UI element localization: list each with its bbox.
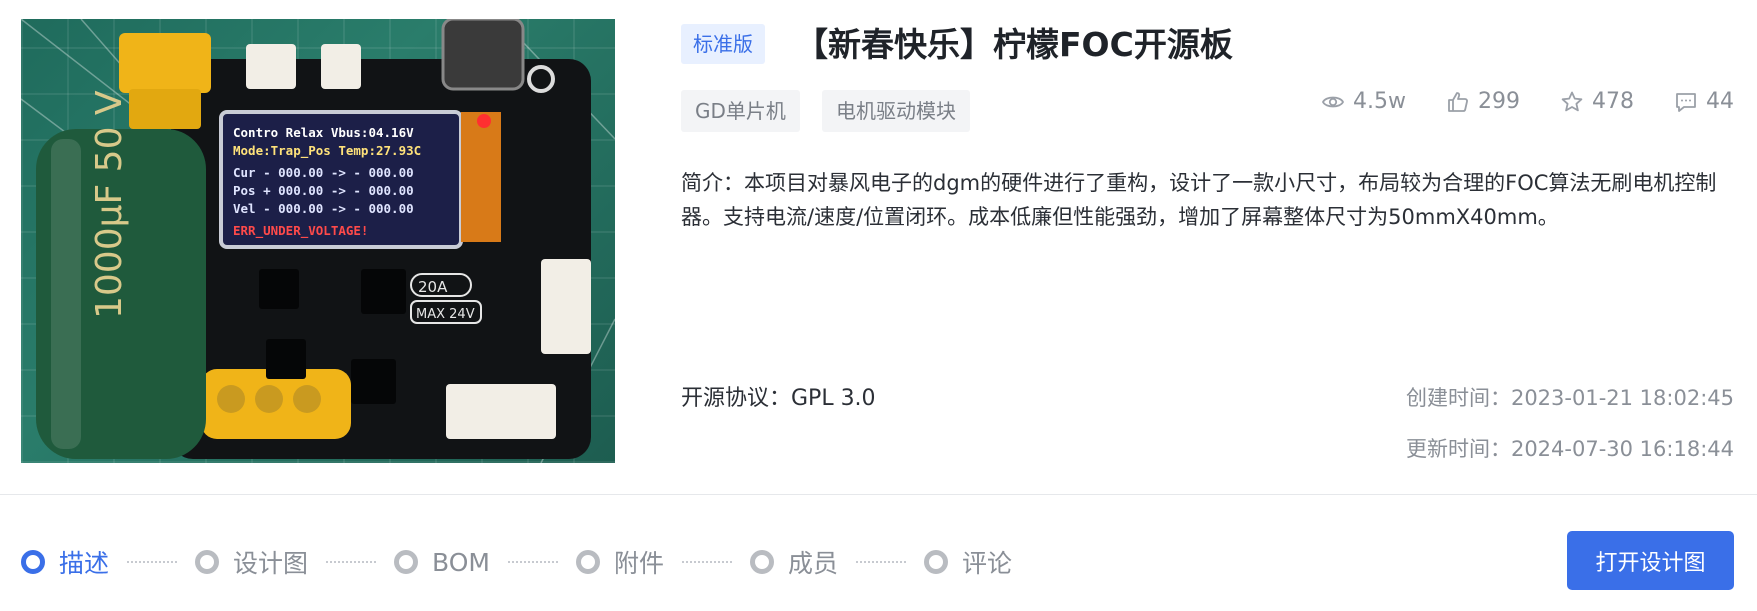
capacitor-label: 1000μF 50 V — [89, 90, 130, 319]
tab-separator — [508, 561, 558, 563]
views-count: 4.5w — [1353, 89, 1406, 114]
screen-line-5: Vel - 000.00 -> - 000.00 — [233, 201, 414, 216]
tab-separator — [127, 561, 178, 563]
tab-separator — [326, 561, 377, 563]
step-dot-icon — [924, 550, 949, 574]
comments-stat[interactable]: 44 — [1674, 89, 1734, 114]
stats-bar: 4.5w 299 478 44 — [1281, 89, 1734, 114]
tab-design[interactable]: 设计图 — [195, 544, 308, 580]
tab-label: 评论 — [962, 549, 1013, 578]
screen-line-2: Mode:Trap_Pos Temp:27.93C — [233, 143, 421, 159]
project-intro: 简介：本项目对暴风电子的dgm的硬件进行了重构，设计了一款小尺寸，布局较为合理的… — [681, 171, 1717, 229]
views-stat: 4.5w — [1321, 89, 1406, 114]
tab-label: 描述 — [59, 549, 110, 578]
tab-members[interactable]: 成员 — [750, 544, 838, 580]
step-dot-icon — [21, 550, 45, 574]
edition-badge: 标准版 — [681, 24, 765, 64]
tab-comments[interactable]: 评论 — [924, 544, 1012, 580]
comment-icon — [1676, 92, 1696, 112]
screen-line-4: Pos + 000.00 -> - 000.00 — [233, 183, 414, 198]
page-title: 【新春快乐】柠檬FOC开源板 — [795, 25, 1233, 64]
rating-label: 20A — [418, 278, 448, 296]
step-dot-icon — [394, 550, 419, 574]
stars-count: 478 — [1592, 89, 1634, 114]
section-divider — [0, 494, 1757, 495]
step-dot-icon — [750, 550, 775, 574]
step-dot-icon — [195, 550, 220, 574]
license-info: 开源协议：GPL 3.0 — [681, 386, 876, 411]
tab-attachments[interactable]: 附件 — [576, 544, 664, 580]
tab-description[interactable]: 描述 — [21, 544, 109, 580]
screen-line-1: Contro Relax Vbus:04.16V — [233, 125, 414, 140]
tag-mcu[interactable]: GD单片机 — [681, 90, 800, 132]
stars-stat[interactable]: 478 — [1560, 89, 1634, 114]
tab-label: BOM — [432, 547, 490, 577]
tag-motor-driver[interactable]: 电机驱动模块 — [822, 90, 970, 132]
tab-label: 附件 — [614, 549, 665, 578]
created-time: 创建时间：2023-01-21 18:02:45 — [1405, 386, 1734, 410]
likes-count: 299 — [1478, 89, 1520, 114]
tab-bom[interactable]: BOM — [394, 548, 490, 577]
updated-time: 更新时间：2024-07-30 16:18:44 — [1405, 437, 1734, 461]
eye-icon — [1322, 96, 1345, 107]
tab-separator — [856, 561, 907, 563]
tab-steps: 描述 设计图 BOM 附件 成员 评论 — [21, 540, 1012, 584]
thumbs-up-icon — [1448, 91, 1468, 112]
tab-label: 设计图 — [233, 549, 309, 578]
tab-separator — [682, 561, 733, 563]
comments-count: 44 — [1706, 89, 1734, 114]
max-voltage-label: MAX 24V — [416, 307, 475, 322]
product-photo: 1000μF 50 V Contro Relax Vbus:04.16V Mod… — [21, 19, 615, 463]
star-icon — [1561, 91, 1583, 111]
screen-line-3: Cur - 000.00 -> - 000.00 — [233, 165, 414, 180]
likes-stat[interactable]: 299 — [1446, 89, 1520, 114]
screen-line-6: ERR_UNDER_VOLTAGE! — [233, 223, 368, 239]
step-dot-icon — [576, 550, 600, 574]
open-design-button[interactable]: 打开设计图 — [1567, 531, 1734, 590]
tab-label: 成员 — [788, 549, 839, 578]
board-illustration: 1000μF 50 V Contro Relax Vbus:04.16V Mod… — [21, 19, 615, 463]
